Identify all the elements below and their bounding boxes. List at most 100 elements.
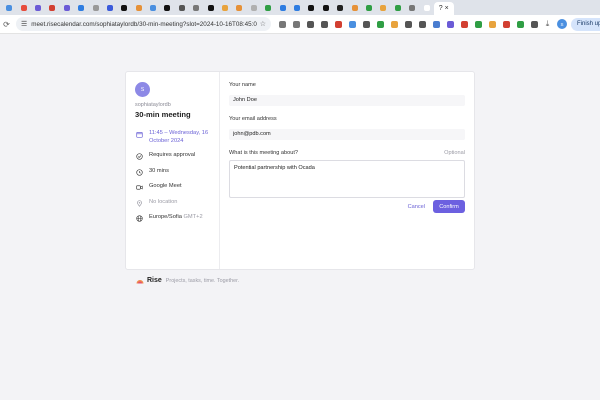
browser-tab[interactable] <box>391 2 405 13</box>
extension-glyph-icon <box>306 20 314 28</box>
meeting-time-line1: 11:45 – Wednesday, 16 <box>149 130 209 136</box>
extension-icon[interactable] <box>331 17 345 31</box>
browser-tab[interactable] <box>261 2 275 13</box>
extension-icon[interactable] <box>499 17 513 31</box>
browser-tab[interactable] <box>275 2 289 13</box>
browser-tab[interactable] <box>132 2 146 13</box>
bookmark-star-icon[interactable]: ☆ <box>260 20 266 28</box>
tab-favicon-icon <box>121 4 128 11</box>
extension-icon[interactable] <box>513 17 527 31</box>
extension-icon[interactable] <box>373 17 387 31</box>
browser-tab[interactable] <box>419 2 433 13</box>
browser-tab[interactable] <box>376 2 390 13</box>
browser-tab[interactable] <box>117 2 131 13</box>
browser-tab[interactable] <box>146 2 160 13</box>
email-input[interactable] <box>229 128 465 140</box>
site-info-icon[interactable]: ☰ <box>21 20 27 28</box>
browser-toolbar: ⟳ ☰ meet.risecalendar.com/sophiataylordb… <box>0 15 600 34</box>
platform-text: Google Meet <box>149 183 182 189</box>
footer-brand: Rise <box>147 277 162 284</box>
browser-tab[interactable] <box>189 2 203 13</box>
browser-tab[interactable] <box>88 2 102 13</box>
extension-glyph-icon <box>502 20 510 28</box>
host-name: sophiataylordb <box>135 102 171 108</box>
confirm-button[interactable]: Confirm <box>433 200 465 213</box>
email-label: Your email address <box>229 116 277 122</box>
browser-tab[interactable] <box>319 2 333 13</box>
platform-row: Google Meet <box>135 183 210 192</box>
extension-glyph-icon <box>432 20 440 28</box>
cancel-button[interactable]: Cancel <box>408 204 425 210</box>
browser-tab[interactable] <box>362 2 376 13</box>
tab-favicon-icon <box>164 4 171 11</box>
extension-glyph-icon <box>334 20 342 28</box>
timezone-text: Europe/Sofia <box>149 214 182 220</box>
browser-tab-strip: ? × <box>0 0 600 15</box>
tab-favicon-icon <box>322 4 329 11</box>
browser-tab[interactable] <box>290 2 304 13</box>
extension-glyph-icon <box>390 20 398 28</box>
about-textarea[interactable]: Potential partnership with Ocada <box>229 160 465 198</box>
extension-icon[interactable] <box>485 17 499 31</box>
profile-avatar[interactable]: S <box>557 19 567 29</box>
browser-tab[interactable] <box>2 2 16 13</box>
meeting-details-panel: S sophiataylordb 30-min meeting 11:45 – … <box>126 72 220 269</box>
extension-icon[interactable] <box>471 17 485 31</box>
browser-tab[interactable] <box>232 2 246 13</box>
browser-tab[interactable] <box>405 2 419 13</box>
browser-tab[interactable] <box>31 2 45 13</box>
active-browser-tab[interactable]: ? × <box>433 2 454 15</box>
extension-glyph-icon <box>488 20 496 28</box>
extension-icon[interactable] <box>317 17 331 31</box>
extension-icon[interactable] <box>359 17 373 31</box>
address-bar[interactable]: ☰ meet.risecalendar.com/sophiataylordb/3… <box>16 17 271 31</box>
timezone-offset: GMT+2 <box>183 214 203 220</box>
extension-icon[interactable] <box>303 17 317 31</box>
extension-icon[interactable] <box>429 17 443 31</box>
extension-icon[interactable] <box>275 17 289 31</box>
extension-icon[interactable] <box>345 17 359 31</box>
tab-favicon-icon <box>150 4 157 11</box>
extension-icon[interactable] <box>527 17 541 31</box>
close-tab-icon[interactable]: × <box>445 5 449 12</box>
finish-update-button[interactable]: Finish up <box>571 17 600 31</box>
browser-tab[interactable] <box>333 2 347 13</box>
browser-tab[interactable] <box>45 2 59 13</box>
browser-tab[interactable] <box>247 2 261 13</box>
name-input[interactable] <box>229 94 465 106</box>
browser-tab[interactable] <box>347 2 361 13</box>
clock-icon <box>135 168 143 176</box>
extension-icon[interactable] <box>401 17 415 31</box>
extension-icon[interactable] <box>457 17 471 31</box>
host-avatar: S <box>135 82 150 97</box>
tab-favicon-icon <box>63 4 70 11</box>
browser-tab[interactable] <box>304 2 318 13</box>
name-label: Your name <box>229 82 256 88</box>
tab-favicon-icon <box>6 4 13 11</box>
browser-tab[interactable] <box>218 2 232 13</box>
tab-favicon-icon <box>365 4 372 11</box>
browser-tab[interactable] <box>203 2 217 13</box>
tab-favicon-icon <box>222 4 229 11</box>
browser-tab[interactable] <box>103 2 117 13</box>
extension-icon[interactable] <box>387 17 401 31</box>
extension-icon[interactable] <box>415 17 429 31</box>
extension-glyph-icon <box>348 20 356 28</box>
page-footer: Rise Projects, tasks, time. Together. <box>136 277 239 284</box>
extension-icon[interactable] <box>443 17 457 31</box>
tab-favicon-icon <box>20 4 27 11</box>
browser-tab[interactable] <box>74 2 88 13</box>
meeting-time: 11:45 – Wednesday, 16 October 2024 <box>135 130 210 145</box>
extension-glyph-icon <box>292 20 300 28</box>
browser-tab[interactable] <box>60 2 74 13</box>
tab-favicon-icon <box>308 4 315 11</box>
location-row: No location <box>135 199 210 208</box>
tab-favicon-icon <box>193 4 200 11</box>
browser-tab[interactable] <box>160 2 174 13</box>
download-icon[interactable]: ⤓ <box>541 18 554 31</box>
tab-favicon-icon <box>409 4 416 11</box>
browser-tab[interactable] <box>16 2 30 13</box>
browser-tab[interactable] <box>175 2 189 13</box>
reload-icon[interactable]: ⟳ <box>0 18 13 31</box>
extension-icon[interactable] <box>289 17 303 31</box>
